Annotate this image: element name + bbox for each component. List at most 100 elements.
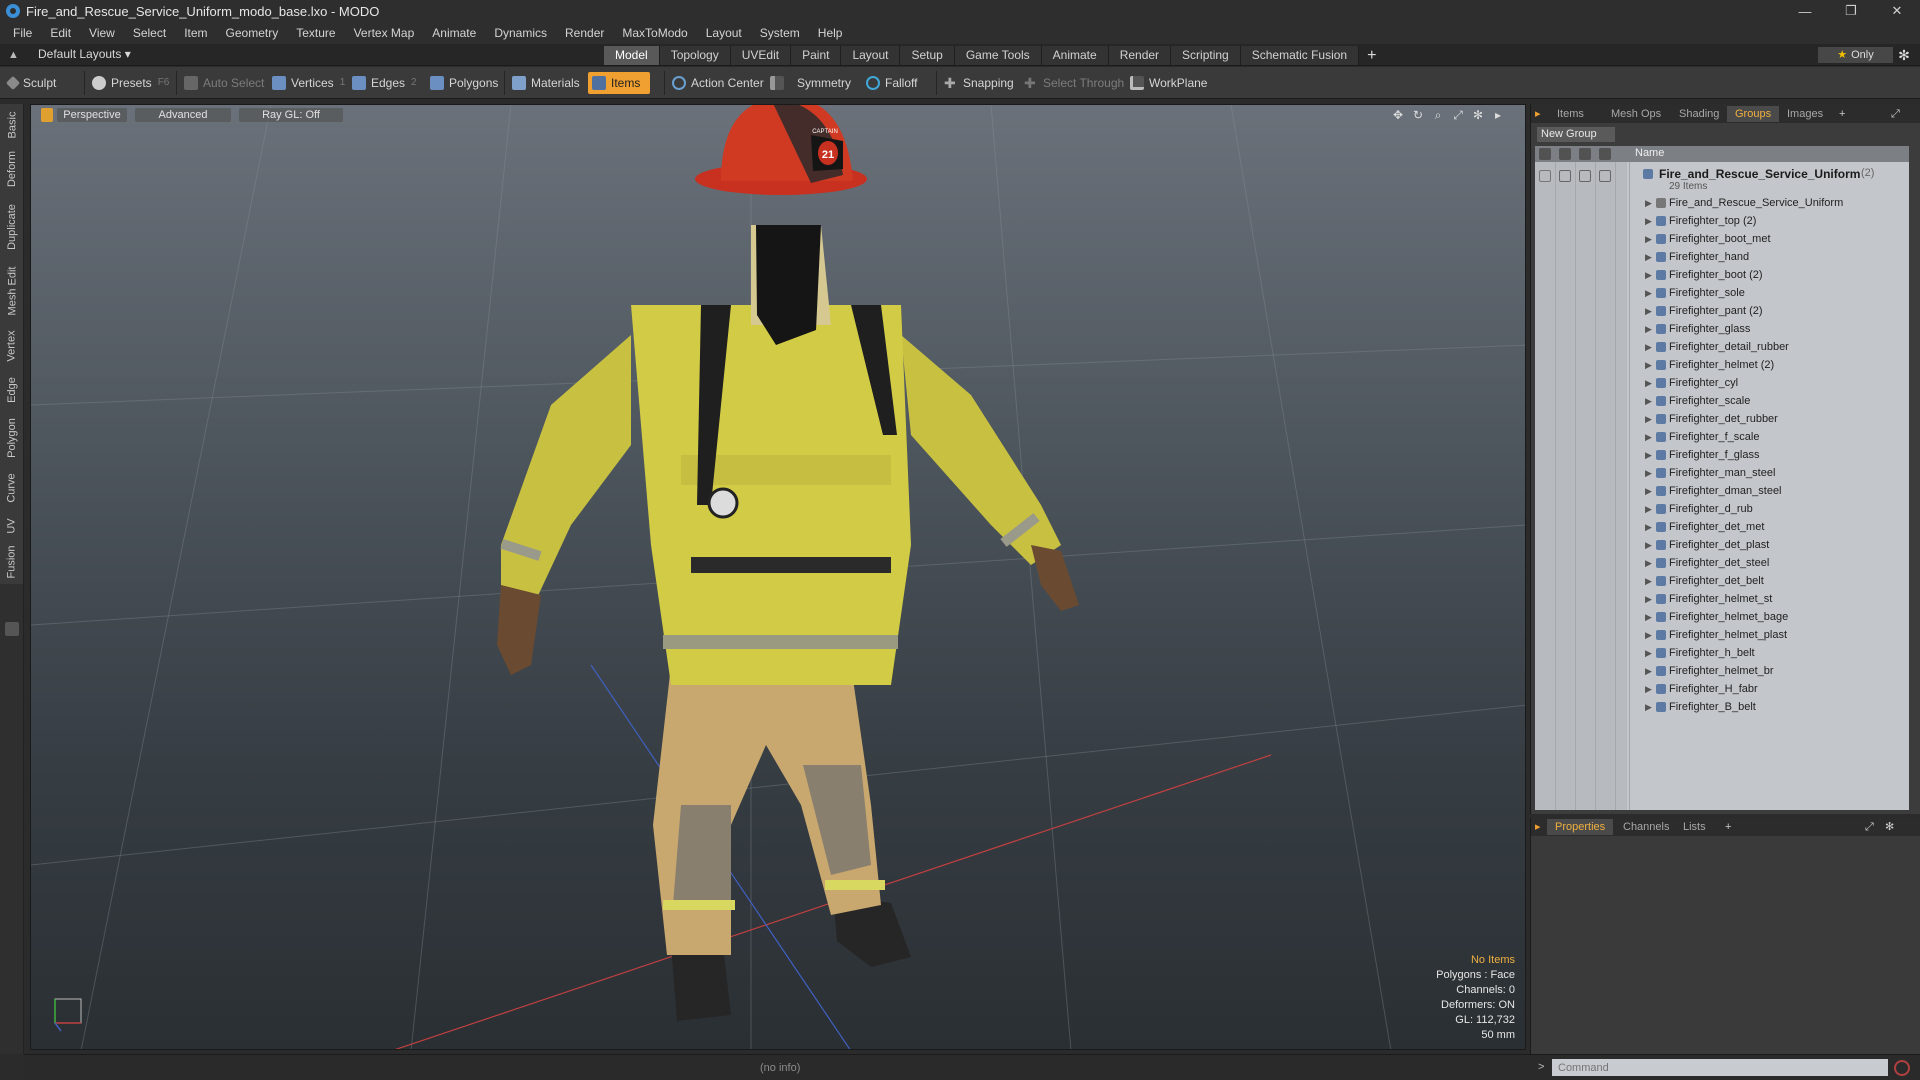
list-item[interactable]: ▶ Firefighter_det_rubber xyxy=(1535,410,1909,428)
new-group-button[interactable]: New Group xyxy=(1537,127,1615,142)
left-tab-mesh-edit[interactable]: Mesh Edit xyxy=(0,260,24,322)
tab-groups[interactable]: Groups xyxy=(1727,106,1780,122)
list-item[interactable]: ▶ Firefighter_detail_rubber xyxy=(1535,338,1909,356)
tab-topology[interactable]: Topology xyxy=(659,46,731,65)
list-item[interactable]: ▶ Firefighter_man_steel xyxy=(1535,464,1909,482)
tab-paint[interactable]: Paint xyxy=(791,46,842,65)
root-lock-box[interactable] xyxy=(1579,170,1591,182)
list-item[interactable]: ▶ Firefighter_helmet_bage xyxy=(1535,608,1909,626)
viewport-gear-icon[interactable]: ✻ xyxy=(1471,108,1485,122)
workplane-button[interactable]: WorkPlane xyxy=(1130,72,1207,94)
group-root-row[interactable]: Fire_and_Rescue_Service_Uniform (2) 29 I… xyxy=(1535,164,1909,194)
tab-properties[interactable]: Properties xyxy=(1547,819,1614,835)
menu-maxtomodo[interactable]: MaxToModo xyxy=(613,22,696,44)
select-column-icon[interactable] xyxy=(1599,148,1611,160)
menu-render[interactable]: Render xyxy=(556,22,613,44)
3d-viewport[interactable]: 21 CAPTAIN Perspective Advanced Ray GL: … xyxy=(30,104,1526,1050)
menu-vertex-map[interactable]: Vertex Map xyxy=(345,22,424,44)
list-item[interactable]: ▶ Firefighter_glass xyxy=(1535,320,1909,338)
palette-toggle-icon[interactable] xyxy=(5,622,19,636)
panel-menu-icon[interactable]: ▸ xyxy=(1535,106,1545,122)
list-item[interactable]: ▶ Firefighter_scale xyxy=(1535,392,1909,410)
list-item[interactable]: ▶ Firefighter_det_steel xyxy=(1535,554,1909,572)
menu-item[interactable]: Item xyxy=(175,22,216,44)
properties-gear-icon[interactable]: ✻ xyxy=(1881,819,1898,835)
list-item[interactable]: ▶ Firefighter_f_glass xyxy=(1535,446,1909,464)
tab-scripting[interactable]: Scripting xyxy=(1171,46,1241,65)
left-tab-edge[interactable]: Edge xyxy=(0,370,24,410)
tab-layout[interactable]: Layout xyxy=(841,46,901,65)
tab-items[interactable]: Items xyxy=(1549,106,1592,122)
menu-view[interactable]: View xyxy=(80,22,124,44)
list-item[interactable]: ▶ Firefighter_boot (2) xyxy=(1535,266,1909,284)
list-item[interactable]: ▶ Firefighter_sole xyxy=(1535,284,1909,302)
tab-schematic-fusion[interactable]: Schematic Fusion xyxy=(1240,46,1360,65)
left-tab-polygon[interactable]: Polygon xyxy=(0,412,24,464)
menu-edit[interactable]: Edit xyxy=(41,22,80,44)
list-item[interactable]: ▶ Firefighter_helmet_plast xyxy=(1535,626,1909,644)
menu-file[interactable]: File xyxy=(4,22,41,44)
rotate-icon[interactable]: ↻ xyxy=(1411,108,1425,122)
list-item[interactable]: ▶ Firefighter_B_belt xyxy=(1535,698,1909,716)
select-through-button[interactable]: ✚ Select Through xyxy=(1024,72,1124,94)
list-item[interactable]: ▶ Firefighter_h_belt xyxy=(1535,644,1909,662)
edges-button[interactable]: Edges 2 xyxy=(352,72,417,94)
render-column-icon[interactable] xyxy=(1559,148,1571,160)
list-item[interactable]: ▶ Firefighter_det_belt xyxy=(1535,572,1909,590)
items-button[interactable]: Items xyxy=(588,72,651,94)
add-panel-tab-button[interactable]: + xyxy=(1831,106,1853,122)
falloff-button[interactable]: Falloff xyxy=(866,72,917,94)
list-item[interactable]: ▶ Firefighter_det_plast xyxy=(1535,536,1909,554)
tab-model[interactable]: Model xyxy=(604,46,660,65)
zoom-icon[interactable]: ⌕ xyxy=(1431,108,1445,122)
menu-geometry[interactable]: Geometry xyxy=(217,22,288,44)
left-tab-deform[interactable]: Deform xyxy=(0,144,24,194)
pan-icon[interactable]: ✥ xyxy=(1391,108,1405,122)
action-center-button[interactable]: Action Center xyxy=(672,72,764,94)
list-item[interactable]: ▶ Firefighter_f_scale xyxy=(1535,428,1909,446)
list-item[interactable]: ▶ Firefighter_boot_met xyxy=(1535,230,1909,248)
tab-channels[interactable]: Channels xyxy=(1615,819,1677,835)
name-column-header[interactable]: Name xyxy=(1635,147,1664,159)
menu-dynamics[interactable]: Dynamics xyxy=(485,22,556,44)
menu-texture[interactable]: Texture xyxy=(287,22,344,44)
viewport-options-icon[interactable] xyxy=(41,108,53,122)
vertices-button[interactable]: Vertices 1 xyxy=(272,72,345,94)
properties-menu-icon[interactable]: ▸ xyxy=(1535,819,1545,835)
list-item[interactable]: ▶ Firefighter_H_fabr xyxy=(1535,680,1909,698)
layout-home-icon[interactable]: ▲ xyxy=(8,49,20,61)
snapping-button[interactable]: ✚ Snapping xyxy=(944,72,1014,94)
left-tab-fusion[interactable]: Fusion xyxy=(0,542,24,582)
list-item[interactable]: ▶ Firefighter_helmet_st xyxy=(1535,590,1909,608)
list-item[interactable]: ▶ Firefighter_det_met xyxy=(1535,518,1909,536)
presets-button[interactable]: Presets F6 xyxy=(92,72,169,94)
add-properties-tab-button[interactable]: + xyxy=(1717,819,1739,835)
tab-shading[interactable]: Shading xyxy=(1671,106,1727,122)
tab-game-tools[interactable]: Game Tools xyxy=(954,46,1042,65)
tab-render[interactable]: Render xyxy=(1108,46,1172,65)
list-item[interactable]: ▶ Firefighter_cyl xyxy=(1535,374,1909,392)
list-item[interactable]: ▶ Firefighter_hand xyxy=(1535,248,1909,266)
left-tab-vertex[interactable]: Vertex xyxy=(0,324,24,368)
view-mode-button[interactable]: Perspective xyxy=(57,108,127,122)
panel-expand-icon[interactable]: ⤢ xyxy=(1887,106,1904,122)
menu-animate[interactable]: Animate xyxy=(423,22,485,44)
tab-animate[interactable]: Animate xyxy=(1041,46,1109,65)
minimize-button[interactable]: — xyxy=(1782,0,1828,22)
menu-layout[interactable]: Layout xyxy=(697,22,751,44)
list-item[interactable]: ▶ Firefighter_pant (2) xyxy=(1535,302,1909,320)
list-item[interactable]: ▶ Fire_and_Rescue_Service_Uniform xyxy=(1535,194,1909,212)
properties-expand-icon[interactable]: ⤢ xyxy=(1861,819,1878,835)
record-macro-icon[interactable] xyxy=(1894,1060,1910,1076)
maximize-button[interactable]: ❐ xyxy=(1828,0,1874,22)
list-item[interactable]: ▶ Firefighter_top (2) xyxy=(1535,212,1909,230)
only-toggle[interactable]: ★ Only xyxy=(1818,47,1893,63)
menu-system[interactable]: System xyxy=(751,22,809,44)
tab-mesh-ops[interactable]: Mesh Ops xyxy=(1603,106,1669,122)
raygl-toggle[interactable]: Ray GL: Off xyxy=(239,108,343,122)
menu-help[interactable]: Help xyxy=(809,22,852,44)
left-tab-duplicate[interactable]: Duplicate xyxy=(0,196,24,258)
list-item[interactable]: ▶ Firefighter_dman_steel xyxy=(1535,482,1909,500)
tab-images[interactable]: Images xyxy=(1779,106,1831,122)
left-tab-curve[interactable]: Curve xyxy=(0,466,24,510)
